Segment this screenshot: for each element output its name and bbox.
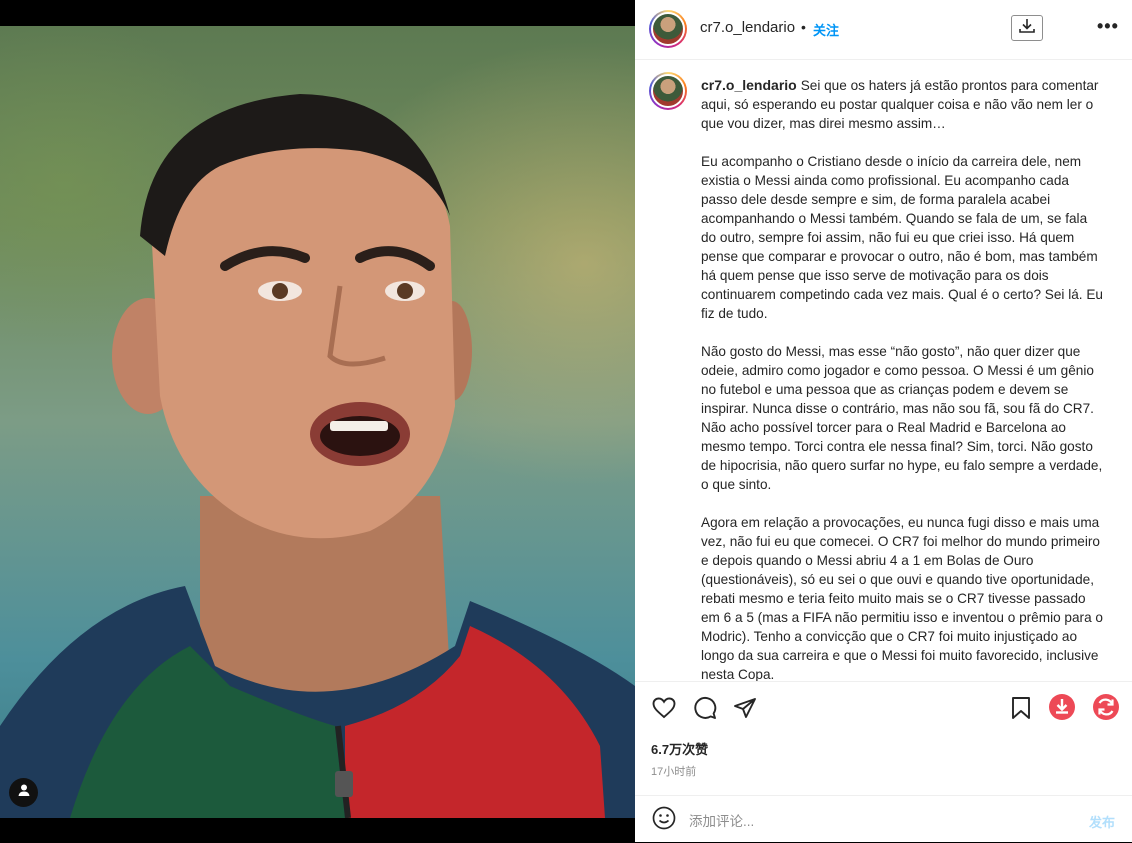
send-icon bbox=[733, 697, 757, 724]
more-options-button[interactable]: ••• bbox=[1097, 16, 1119, 37]
caption-avatar[interactable] bbox=[649, 72, 687, 110]
save-button[interactable] bbox=[1008, 696, 1034, 724]
emoji-icon bbox=[652, 806, 676, 835]
comment-icon bbox=[693, 696, 717, 725]
avatar[interactable] bbox=[649, 10, 687, 48]
post-modal: cr7.o_lendario • 关注 ••• cr7.o_lendario Se… bbox=[0, 0, 1132, 842]
heart-icon bbox=[652, 697, 676, 724]
emoji-button[interactable] bbox=[651, 806, 677, 835]
like-count[interactable]: 6.7万次赞 bbox=[651, 739, 708, 758]
portrait-illustration bbox=[0, 94, 635, 818]
post-header: cr7.o_lendario • 关注 ••• bbox=[635, 0, 1132, 60]
caption-username-link[interactable]: cr7.o_lendario bbox=[701, 77, 797, 93]
refresh-icon bbox=[1092, 693, 1120, 726]
share-button[interactable] bbox=[731, 696, 759, 724]
bookmark-icon bbox=[1011, 696, 1031, 725]
caption-section: cr7.o_lendario Sei que os haters já estão… bbox=[635, 60, 1132, 681]
download-extension-button[interactable] bbox=[1048, 693, 1076, 726]
download-icon bbox=[1018, 18, 1036, 39]
caption-paragraph: Eu acompanho o Cristiano desde o início … bbox=[701, 154, 1103, 321]
post-timestamp[interactable]: 17小时前 bbox=[651, 763, 696, 779]
post-comment-button[interactable]: 发布 bbox=[1089, 812, 1115, 831]
download-media-button[interactable] bbox=[1011, 15, 1043, 41]
download-icon bbox=[1048, 693, 1076, 726]
like-button[interactable] bbox=[650, 696, 678, 724]
follow-button[interactable]: 关注 bbox=[813, 20, 839, 39]
username-link[interactable]: cr7.o_lendario bbox=[700, 19, 795, 36]
tagged-users-button[interactable] bbox=[9, 778, 38, 807]
caption-paragraph: Agora em relação a provocações, eu nunca… bbox=[701, 515, 1103, 681]
post-photo[interactable] bbox=[0, 26, 635, 818]
action-bar: 6.7万次赞 17小时前 bbox=[635, 681, 1132, 796]
comment-box: 发布 bbox=[635, 795, 1132, 843]
separator-dot: • bbox=[801, 19, 806, 35]
comment-button[interactable] bbox=[691, 696, 719, 724]
comment-input[interactable] bbox=[687, 809, 1051, 833]
media-pane bbox=[0, 0, 635, 842]
caption-text: cr7.o_lendario Sei que os haters já estão… bbox=[701, 76, 1106, 681]
caption-paragraph: Não gosto do Messi, mas esse “não gosto”… bbox=[701, 344, 1103, 492]
user-icon bbox=[17, 783, 31, 802]
refresh-extension-button[interactable] bbox=[1092, 693, 1120, 726]
post-sidebar: cr7.o_lendario • 关注 ••• cr7.o_lendario Se… bbox=[635, 0, 1132, 842]
